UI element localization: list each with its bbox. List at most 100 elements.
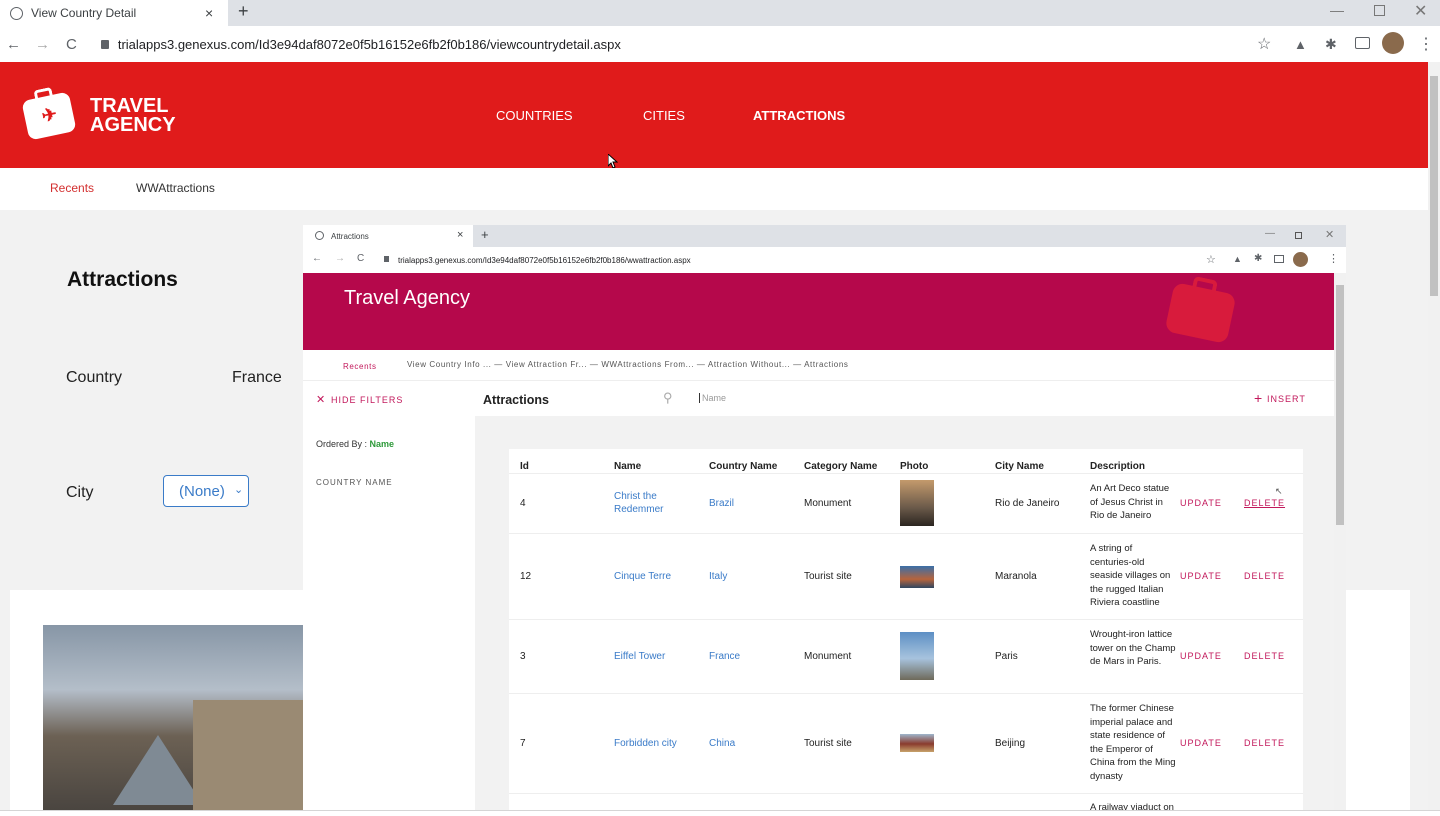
delete-button[interactable]: DELETE — [1244, 571, 1285, 581]
delete-button[interactable]: DELETE — [1244, 651, 1285, 661]
reload-icon[interactable]: C — [357, 253, 364, 264]
suitcase-logo-icon — [1164, 275, 1237, 345]
update-button[interactable]: UPDATE — [1180, 571, 1222, 581]
inner-banner: Travel Agency — [303, 273, 1334, 350]
cast-icon[interactable] — [1274, 255, 1284, 263]
cell-name-link[interactable]: Forbidden city — [614, 738, 677, 749]
suitcase-logo-icon[interactable]: ✈ — [21, 86, 77, 141]
drive-icon[interactable]: ▲ — [1233, 254, 1242, 264]
outer-url[interactable]: trialapps3.genexus.com/Id3e94daf8072e0f5… — [118, 37, 621, 52]
cell-name-link[interactable]: Eiffel Tower — [614, 651, 665, 662]
new-tab-icon[interactable]: + — [481, 227, 489, 242]
update-button[interactable]: UPDATE — [1180, 651, 1222, 661]
col-header-id[interactable]: Id — [520, 461, 529, 472]
close-icon[interactable]: ✕ — [316, 393, 325, 406]
city-select[interactable]: (None) ⌄ — [163, 475, 249, 507]
insert-button[interactable]: INSERT — [1267, 394, 1306, 404]
extensions-icon[interactable]: ✱ — [1325, 36, 1337, 53]
cast-icon[interactable] — [1355, 37, 1370, 49]
profile-avatar[interactable] — [1382, 32, 1404, 54]
new-tab-icon[interactable]: + — [238, 1, 249, 22]
back-icon[interactable]: ← — [312, 253, 322, 264]
table-row[interactable]: 7 Forbidden city China Tourist site Beij… — [509, 693, 1303, 793]
inner-breadcrumb-trail[interactable]: View Country Info ... — View Attraction … — [407, 360, 849, 369]
cell-category: Monument — [804, 651, 852, 662]
maximize-icon[interactable] — [1295, 232, 1302, 239]
table-row[interactable]: 3 Eiffel Tower France Monument Paris Wro… — [509, 619, 1303, 693]
extensions-icon[interactable]: ✱ — [1254, 253, 1262, 264]
search-icon[interactable]: ⚲ — [663, 390, 673, 406]
reload-icon[interactable]: C — [66, 36, 77, 53]
drive-icon[interactable]: ▲ — [1294, 37, 1307, 52]
cell-country-link[interactable]: Brazil — [709, 498, 734, 509]
photo-thumbnail[interactable] — [900, 566, 934, 588]
cell-country-link[interactable]: Italy — [709, 571, 727, 582]
nav-cities[interactable]: CITIES — [643, 108, 685, 123]
plus-icon[interactable]: + — [1254, 390, 1262, 406]
minimize-icon[interactable]: — — [1265, 228, 1275, 239]
nav-countries[interactable]: COUNTRIES — [496, 108, 573, 123]
close-tab-icon[interactable]: × — [205, 5, 213, 21]
inner-scrollbar[interactable] — [1334, 273, 1346, 816]
inner-browser-window: Attractions × + — ✕ ← → C trialapps3.gen… — [303, 225, 1346, 816]
col-header-photo[interactable]: Photo — [900, 461, 928, 472]
search-input[interactable]: Name — [699, 393, 726, 403]
ordered-by[interactable]: Ordered By : Name — [316, 439, 394, 449]
search-placeholder: Name — [702, 393, 727, 403]
maximize-icon[interactable] — [1374, 5, 1385, 16]
outer-tab-strip: View Country Detail × + — ✕ — [0, 0, 1440, 26]
country-value: France — [232, 369, 282, 386]
banner-title[interactable]: Travel Agency — [344, 287, 470, 310]
col-header-category[interactable]: Category Name — [804, 461, 877, 472]
bookmark-star-icon[interactable]: ☆ — [1206, 253, 1216, 266]
filter-country-name[interactable]: COUNTRY NAME — [316, 478, 393, 487]
nav-attractions[interactable]: ATTRACTIONS — [753, 108, 845, 123]
inner-tab-title: Attractions — [331, 232, 369, 241]
cell-country-link[interactable]: China — [709, 738, 735, 749]
update-button[interactable]: UPDATE — [1180, 738, 1222, 748]
inner-recents-link[interactable]: Recents — [343, 362, 377, 371]
col-header-country[interactable]: Country Name — [709, 461, 777, 472]
menu-dots-icon[interactable]: ⋮ — [1328, 252, 1339, 265]
col-header-description[interactable]: Description — [1090, 461, 1145, 472]
table-row[interactable]: 4 Christ the Redemmer Brazil Monument Ri… — [509, 473, 1303, 533]
profile-avatar[interactable] — [1293, 252, 1308, 267]
delete-button[interactable]: DELETE — [1244, 498, 1285, 508]
cell-name-link[interactable]: Cinque Terre — [614, 571, 671, 582]
recents-link[interactable]: Recents — [50, 181, 94, 195]
col-header-name[interactable]: Name — [614, 461, 641, 472]
outer-browser-tab[interactable]: View Country Detail × — [0, 0, 228, 26]
back-icon[interactable]: ← — [6, 36, 21, 53]
inner-url[interactable]: trialapps3.genexus.com/Id3e94daf8072e0f5… — [398, 256, 691, 265]
col-header-city[interactable]: City Name — [995, 461, 1044, 472]
lock-icon — [384, 256, 389, 262]
delete-button[interactable]: DELETE — [1244, 738, 1285, 748]
inner-browser-tab[interactable]: Attractions × — [303, 225, 473, 247]
bottom-edge — [0, 810, 1440, 816]
photo-thumbnail[interactable] — [900, 734, 934, 752]
site-header: ✈ TRAVEL AGENCY COUNTRIES CITIES ATTRACT… — [0, 62, 1428, 169]
cell-id: 12 — [520, 571, 532, 582]
cell-country-link[interactable]: France — [709, 651, 740, 662]
cell-name-link[interactable]: Christ the Redemmer — [614, 490, 684, 516]
update-button[interactable]: UPDATE — [1180, 498, 1222, 508]
photo-thumbnail[interactable] — [900, 632, 934, 680]
photo-thumbnail[interactable] — [900, 480, 934, 526]
cell-city: Maranola — [995, 571, 1037, 582]
minimize-icon[interactable]: — — [1330, 2, 1344, 18]
close-window-icon[interactable]: ✕ — [1325, 228, 1334, 241]
table-row[interactable]: 12 Cinque Terre Italy Tourist site Maran… — [509, 533, 1303, 619]
cell-description: A string of centuries-old seaside villag… — [1090, 543, 1171, 609]
hide-filters-button[interactable]: HIDE FILTERS — [331, 395, 403, 405]
breadcrumb-wwattractions[interactable]: WWAttractions — [136, 181, 215, 195]
close-window-icon[interactable]: ✕ — [1414, 1, 1427, 21]
outer-scrollbar[interactable] — [1428, 62, 1440, 810]
logo-text[interactable]: TRAVEL AGENCY — [90, 96, 176, 135]
bookmark-star-icon[interactable]: ☆ — [1257, 34, 1271, 54]
menu-dots-icon[interactable]: ⋮ — [1418, 34, 1434, 54]
forward-icon[interactable]: → — [35, 36, 50, 53]
ordered-by-value: Name — [369, 439, 395, 449]
outer-tab-title: View Country Detail — [31, 6, 137, 20]
close-tab-icon[interactable]: × — [457, 229, 463, 241]
forward-icon[interactable]: → — [335, 253, 345, 264]
